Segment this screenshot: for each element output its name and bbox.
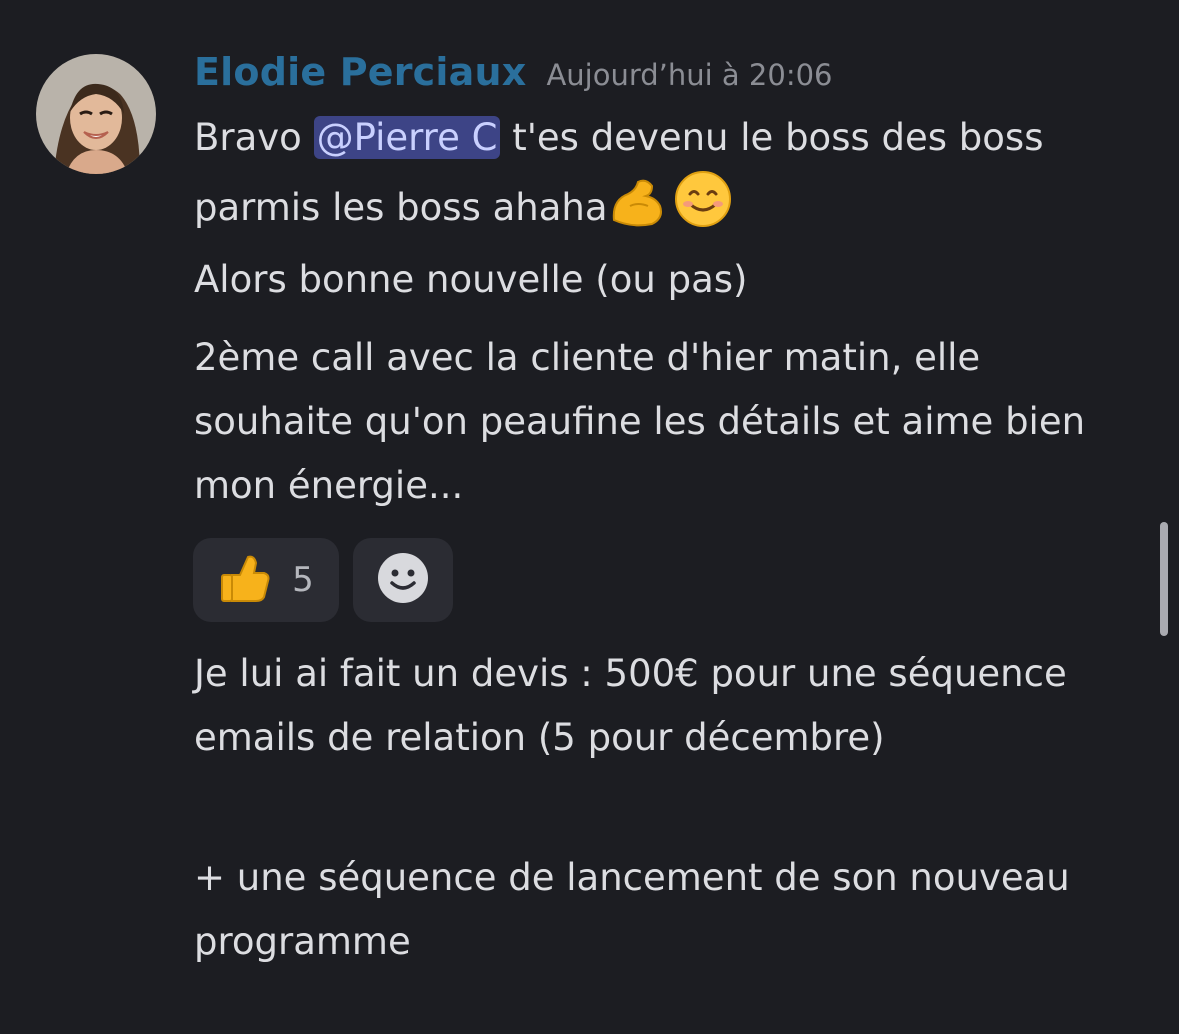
thumbs-up-icon xyxy=(218,551,272,609)
flexed-biceps-icon xyxy=(608,176,666,248)
author-name[interactable]: Elodie Perciaux xyxy=(194,50,526,94)
smiling-face-icon xyxy=(674,170,732,248)
scrollbar-thumb[interactable] xyxy=(1160,522,1168,636)
message-timestamp: Aujourd’hui à 20:06 xyxy=(546,58,833,92)
message-header: Elodie Perciaux Aujourd’hui à 20:06 xyxy=(194,50,833,94)
reaction-count: 5 xyxy=(292,560,314,600)
message-paragraph-4: Je lui ai fait un devis : 500€ pour une … xyxy=(194,652,1067,759)
add-reaction-icon xyxy=(376,551,430,609)
message-avatar[interactable] xyxy=(36,54,156,174)
reaction-thumbs-up[interactable]: 5 xyxy=(193,538,339,622)
message-paragraph-3: 2ème call avec la cliente d'hier matin, … xyxy=(194,336,1086,507)
message-paragraph-1: Bravo @Pierre C t'es devenu le boss des … xyxy=(194,106,1139,248)
message-paragraph-5: + une séquence de lancement de son nouve… xyxy=(194,856,1070,963)
paragraph-text: Bravo xyxy=(194,116,314,159)
add-reaction-button[interactable] xyxy=(353,538,453,622)
message-paragraph-2: Alors bonne nouvelle (ou pas) xyxy=(194,258,748,301)
user-mention[interactable]: @Pierre C xyxy=(313,116,501,159)
reactions-bar: 5 xyxy=(193,538,453,622)
